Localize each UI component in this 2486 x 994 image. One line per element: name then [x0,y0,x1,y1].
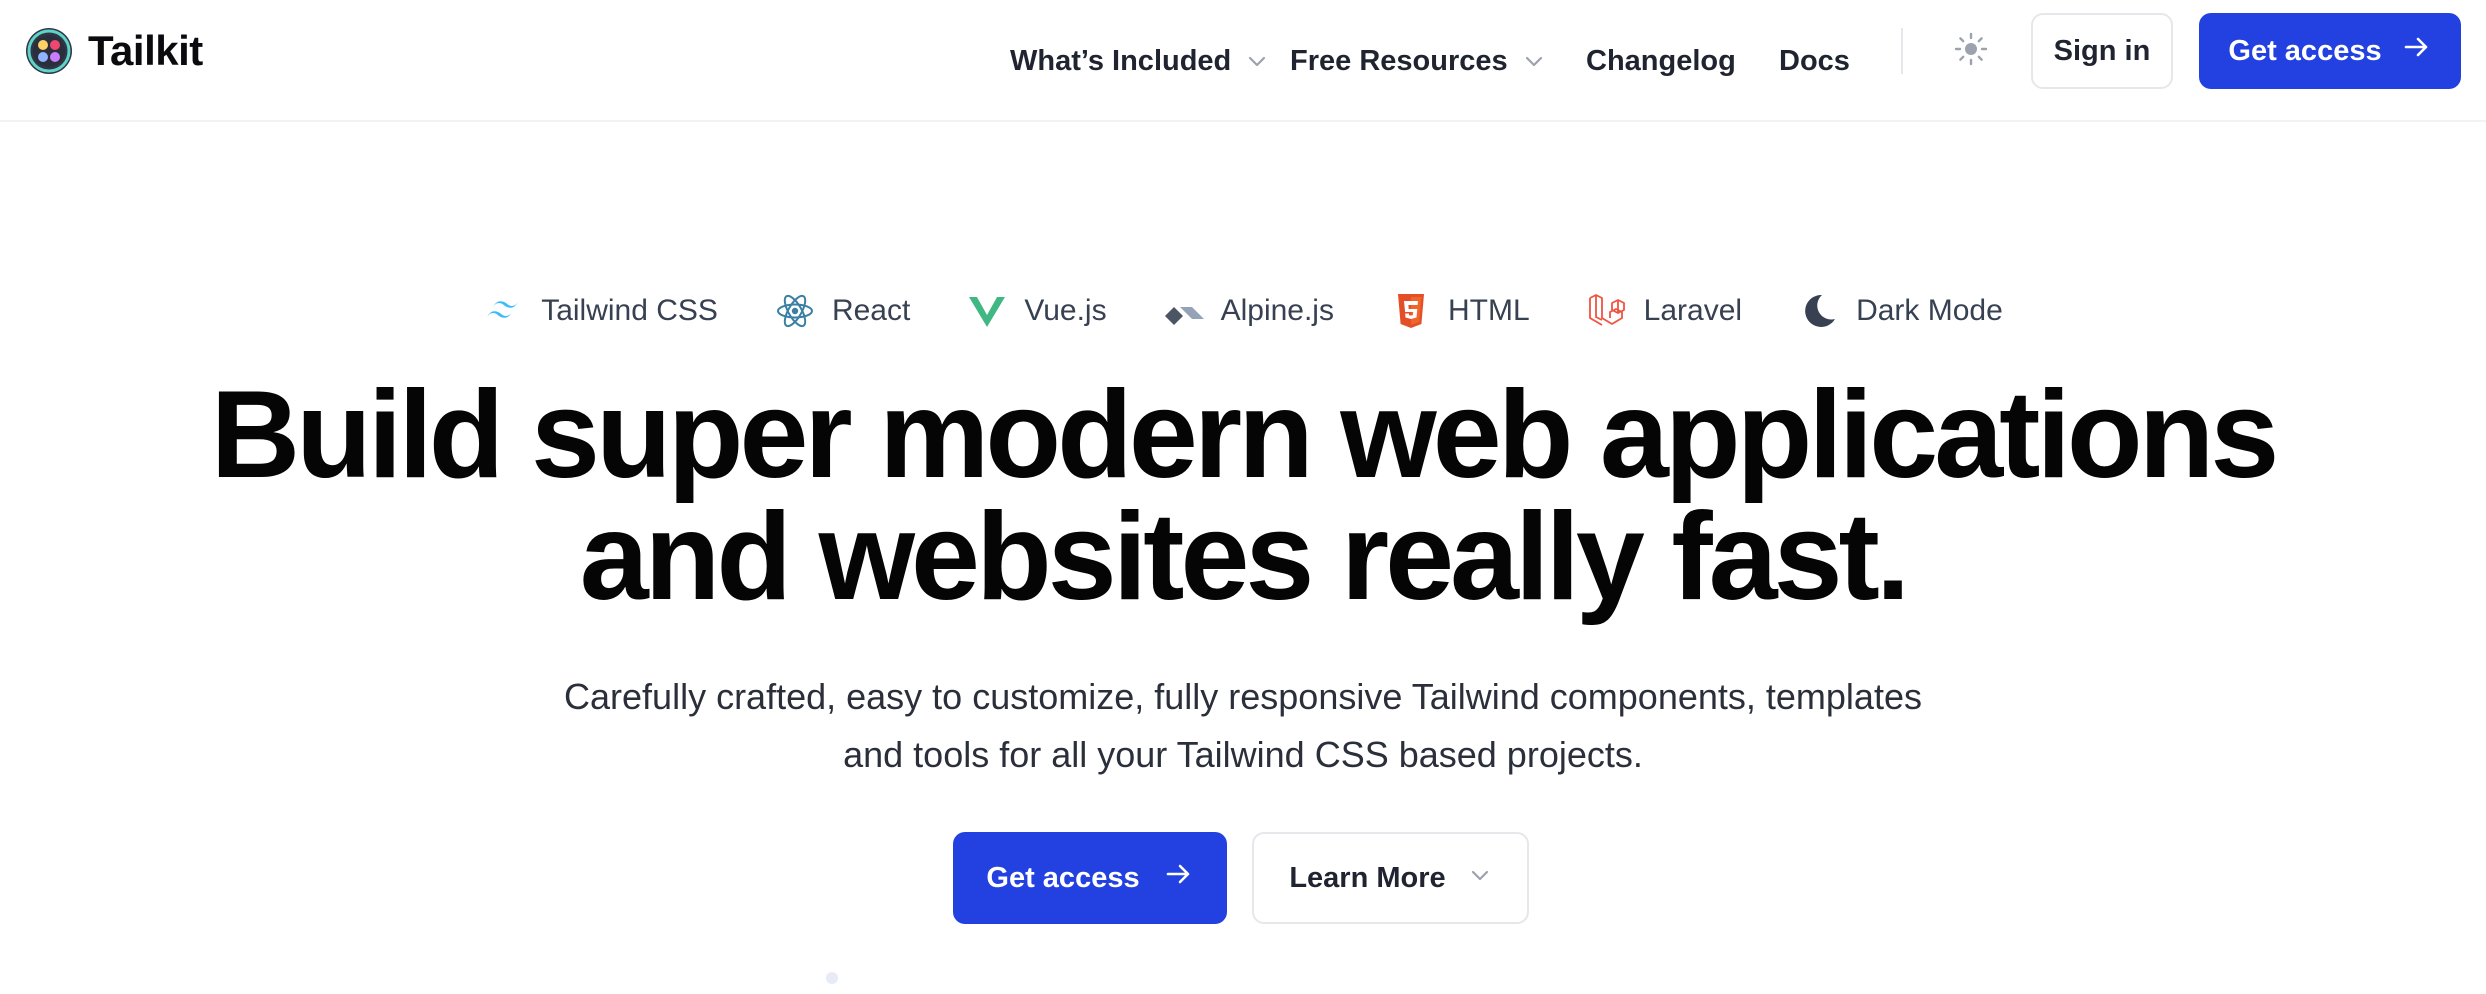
tech-stack-list: Tailwind CSS React Vue.js Alpine.js HTML… [0,288,2486,334]
tech-label: Tailwind CSS [541,294,718,327]
button-label: Learn More [1289,861,1446,894]
nav-changelog[interactable]: Changelog [1586,45,1736,78]
chevron-down-icon [1522,49,1546,73]
tech-item-laravel: Laravel [1586,290,1742,332]
laravel-icon [1586,290,1628,332]
hero-title: Build super modern web applications and … [0,373,2486,619]
brand-name: Tailkit [88,27,203,74]
learn-more-button[interactable]: Learn More [1252,832,1529,924]
chevron-down-icon [1245,49,1269,73]
hero-subtitle-line-1: Carefully crafted, easy to customize, fu… [564,676,1922,717]
nav-item-label: What’s Included [1010,44,1232,77]
arrow-right-icon [2400,31,2432,71]
tech-item-tailwind: Tailwind CSS [483,290,718,332]
tech-label: Alpine.js [1220,294,1334,327]
tech-item-vue: Vue.js [966,290,1107,332]
nav-item-label: Free Resources [1290,44,1508,77]
tailwind-icon [483,290,525,332]
nav-free-resources[interactable]: Free Resources [1290,45,1546,78]
html5-icon [1390,290,1432,332]
tech-label: Laravel [1643,294,1743,327]
tech-label: Dark Mode [1856,294,2003,327]
chevron-down-icon [1468,862,1492,895]
nav-divider [1901,28,1903,74]
decorative-dot [826,972,838,984]
hero-cta-row: Get access Learn More [0,832,2486,924]
theme-toggle-button[interactable] [1951,31,1991,71]
hero-title-line-1: Build super modern web applications [210,366,2280,504]
sign-in-button[interactable]: Sign in [2031,13,2173,89]
react-icon [774,290,816,332]
hero-subtitle-line-2: and tools for all your Tailwind CSS base… [843,734,1643,775]
hero-subtitle: Carefully crafted, easy to customize, fu… [443,668,2043,784]
vue-icon [966,290,1008,332]
tech-label: Vue.js [1024,294,1107,327]
nav-item-label: Changelog [1586,44,1736,77]
tech-label: React [831,294,911,327]
tech-item-react: React [774,290,910,332]
arrow-right-icon [1162,858,1194,898]
hero-get-access-button[interactable]: Get access [953,832,1227,924]
nav-item-label: Docs [1779,44,1850,77]
nav-docs[interactable]: Docs [1779,45,1850,78]
button-label: Get access [986,861,1140,894]
sun-icon [1954,32,1988,71]
tech-item-dark-mode: Dark Mode [1798,290,2003,332]
brand-logo-link[interactable]: Tailkit [24,26,203,76]
moon-icon [1798,290,1840,332]
alpine-icon [1163,290,1205,332]
nav-whats-included[interactable]: What’s Included [1010,45,1269,78]
tech-item-html: HTML [1390,290,1530,332]
tech-label: HTML [1447,294,1530,327]
hero-title-line-2: and websites really fast. [579,488,1911,626]
button-label: Get access [2228,34,2382,67]
site-header: Tailkit What’s Included Free Resources C… [0,0,2486,122]
tailkit-logo-icon [24,26,74,76]
header-get-access-button[interactable]: Get access [2199,13,2461,89]
tech-item-alpine: Alpine.js [1163,290,1334,332]
